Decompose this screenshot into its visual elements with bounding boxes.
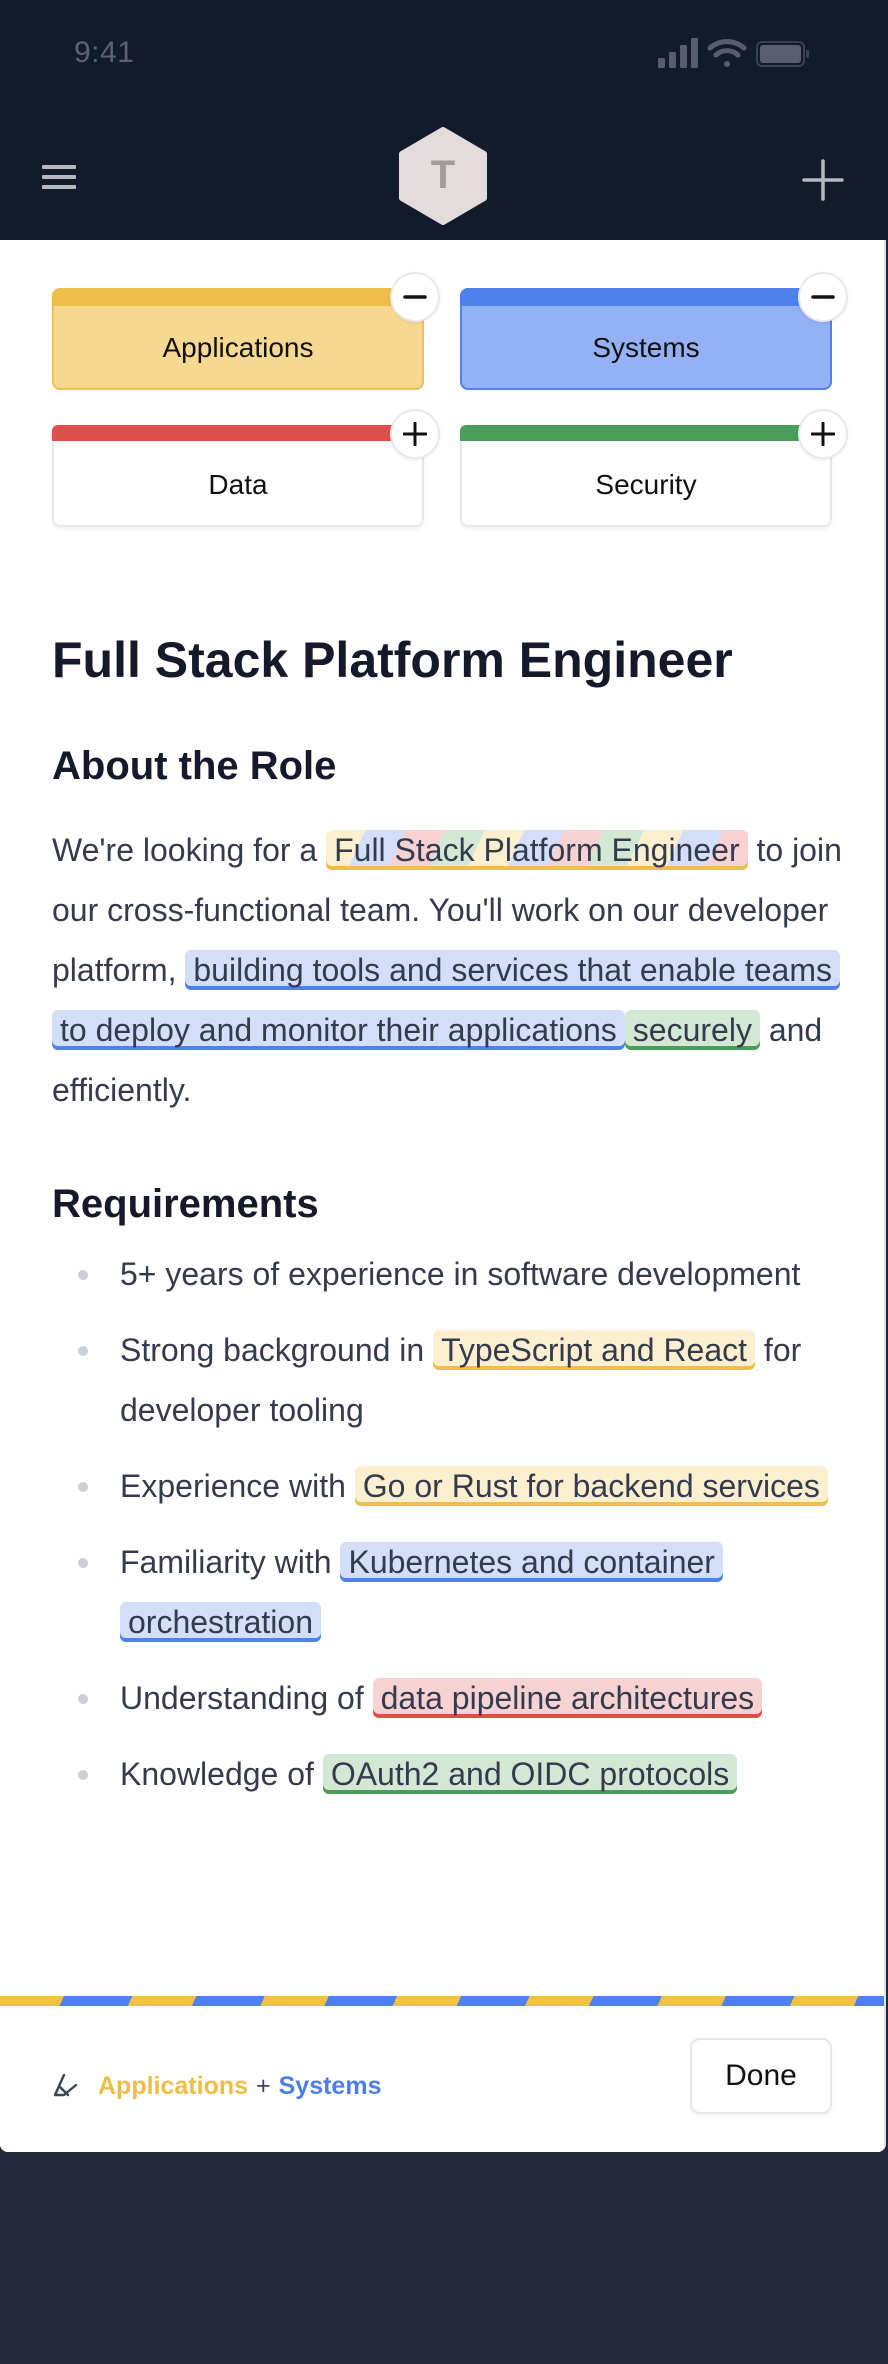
category-label: Data (208, 469, 268, 500)
section-heading-about: About the Role (52, 744, 337, 788)
highlight-data[interactable]: data pipeline architectures (372, 1678, 763, 1718)
remove-category-button[interactable] (798, 272, 848, 322)
highlight-applications[interactable]: TypeScript and React (433, 1330, 756, 1370)
text-run: Understanding of (120, 1680, 373, 1716)
selected-category-applications: Applications (98, 2071, 249, 2100)
text-run: Familiarity with (120, 1544, 341, 1580)
minus-icon (811, 295, 835, 299)
minus-icon (403, 295, 427, 299)
category-card-systems[interactable]: Systems (460, 272, 848, 390)
section-heading-requirements: Requirements (52, 1182, 319, 1226)
remove-category-button[interactable] (390, 272, 440, 322)
about-paragraph: We're looking for a Full Stack Platform … (52, 820, 842, 1120)
add-category-button[interactable] (390, 409, 440, 459)
selection-footer: Applications + Systems Done (0, 1996, 884, 2152)
bullet-icon (78, 1270, 88, 1280)
requirements-list: 5+ years of experience in software devel… (52, 1244, 842, 1804)
list-item: Strong background in TypeScript and Reac… (52, 1320, 842, 1440)
highlight-security[interactable]: OAuth2 and OIDC protocols (322, 1754, 738, 1794)
plus-icon (811, 422, 835, 446)
text-run: Experience with (120, 1468, 355, 1504)
category-label: Applications (162, 332, 314, 363)
logo-letter: T (431, 153, 455, 197)
logo-hexagon-icon[interactable]: T (398, 126, 488, 226)
category-color-bar (460, 288, 832, 306)
category-label: Security (595, 469, 697, 500)
content-panel: Applications Systems Data Security Full … (0, 240, 886, 2152)
bullet-icon (78, 1482, 88, 1492)
category-color-bar (460, 425, 832, 441)
list-item: 5+ years of experience in software devel… (52, 1244, 842, 1304)
list-item: Familiarity with Kubernetes and containe… (52, 1532, 842, 1652)
bullet-icon (78, 1694, 88, 1704)
text-run: 5+ years of experience in software devel… (120, 1256, 801, 1292)
status-icons (658, 38, 809, 68)
selection-summary: Applications + Systems (50, 2068, 381, 2104)
battery-icon (756, 41, 809, 67)
plus-icon[interactable] (800, 157, 846, 203)
job-description: Full Stack Platform Engineer About the R… (52, 630, 842, 1820)
selected-category-systems: Systems (278, 2071, 382, 2100)
category-color-bar (52, 288, 424, 306)
category-card-data[interactable]: Data (52, 409, 440, 527)
highlight-all-categories[interactable]: Full Stack Platform Engineer (326, 830, 748, 870)
bullet-icon (78, 1770, 88, 1780)
app-header: 9:41 T (0, 0, 888, 240)
add-category-button[interactable] (798, 409, 848, 459)
highlight-applications[interactable]: Go or Rust for backend services (354, 1466, 828, 1506)
category-card-applications[interactable]: Applications (52, 272, 440, 390)
bullet-icon (78, 1558, 88, 1568)
highlight-security[interactable]: securely (624, 1010, 760, 1050)
wifi-icon (707, 39, 747, 67)
pen-icon (53, 2073, 78, 2097)
page-title: Full Stack Platform Engineer (52, 632, 733, 688)
category-label: Systems (592, 332, 700, 363)
hamburger-menu-icon[interactable] (40, 162, 80, 194)
category-card-security[interactable]: Security (460, 409, 848, 527)
bullet-icon (78, 1346, 88, 1356)
done-button[interactable]: Done (690, 2038, 832, 2114)
text-run: Knowledge of (120, 1756, 323, 1792)
cellular-signal-icon (658, 38, 698, 68)
list-item: Understanding of data pipeline architect… (52, 1668, 842, 1728)
selection-plus: + (256, 2071, 271, 2100)
list-item: Experience with Go or Rust for backend s… (52, 1456, 842, 1516)
status-time: 9:41 (74, 36, 135, 69)
list-item: Knowledge of OAuth2 and OIDC protocols (52, 1744, 842, 1804)
selection-stripe-divider (0, 1996, 884, 2006)
text-run: We're looking for a (52, 832, 327, 868)
nav-bar: T (0, 120, 888, 240)
text-run: Strong background in (120, 1332, 434, 1368)
category-color-bar (52, 425, 424, 441)
plus-icon (403, 422, 427, 446)
